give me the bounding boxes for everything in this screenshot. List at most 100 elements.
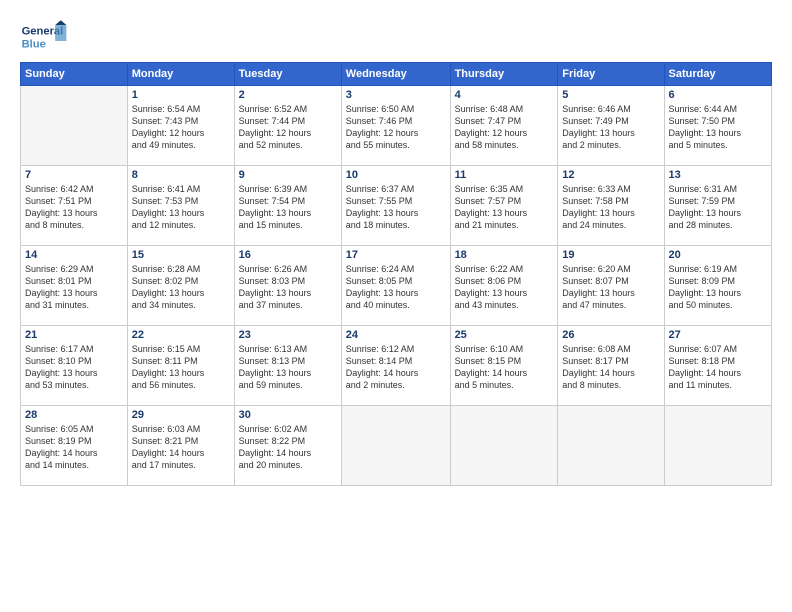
- calendar-week-1: 1Sunrise: 6:54 AMSunset: 7:43 PMDaylight…: [21, 86, 772, 166]
- day-info: Sunrise: 6:15 AMSunset: 8:11 PMDaylight:…: [132, 343, 230, 392]
- calendar-cell: 1Sunrise: 6:54 AMSunset: 7:43 PMDaylight…: [127, 86, 234, 166]
- calendar-cell: 15 Sunrise: 6:28 AMSunset: 8:02 PMDayligh…: [127, 246, 234, 326]
- day-info: Sunrise: 6:33 AMSunset: 7:58 PMDaylight:…: [562, 183, 659, 232]
- page: General Blue SundayMondayTuesdayWednesda…: [0, 0, 792, 612]
- day-info: Sunrise: 6:10 AMSunset: 8:15 PMDaylight:…: [455, 343, 554, 392]
- day-info: Sunrise: 6:19 AMSunset: 8:09 PMDaylight:…: [669, 263, 767, 312]
- day-number: 15: [132, 249, 230, 261]
- day-info: Sunrise: 6:54 AMSunset: 7:43 PMDaylight:…: [132, 103, 230, 152]
- day-number: 23: [239, 329, 337, 341]
- day-number: 25: [455, 329, 554, 341]
- calendar-cell: 23Sunrise: 6:13 AMSunset: 8:13 PMDayligh…: [234, 326, 341, 406]
- day-number: 2: [239, 89, 337, 101]
- day-info: Sunrise: 6:41 AMSunset: 7:53 PMDaylight:…: [132, 183, 230, 232]
- calendar-cell: [341, 406, 450, 486]
- logo: General Blue: [20, 18, 68, 56]
- day-info: Sunrise: 6:28 AMSunset: 8:02 PMDaylight:…: [132, 263, 230, 312]
- day-number: 12: [562, 169, 659, 181]
- day-number: 8: [132, 169, 230, 181]
- day-number: 4: [455, 89, 554, 101]
- day-info: Sunrise: 6:12 AMSunset: 8:14 PMDaylight:…: [346, 343, 446, 392]
- calendar-cell: 11 Sunrise: 6:35 AMSunset: 7:57 PMDayligh…: [450, 166, 558, 246]
- day-info: Sunrise: 6:02 AMSunset: 8:22 PMDaylight:…: [239, 423, 337, 472]
- day-number: 24: [346, 329, 446, 341]
- calendar-cell: 13Sunrise: 6:31 AMSunset: 7:59 PMDayligh…: [664, 166, 771, 246]
- day-info: Sunrise: 6:35 AMSunset: 7:57 PMDaylight:…: [455, 183, 554, 232]
- day-info: Sunrise: 6:44 AMSunset: 7:50 PMDaylight:…: [669, 103, 767, 152]
- day-number: 3: [346, 89, 446, 101]
- day-number: 5: [562, 89, 659, 101]
- calendar-cell: 3 Sunrise: 6:50 AMSunset: 7:46 PMDaylight…: [341, 86, 450, 166]
- day-number: 17: [346, 249, 446, 261]
- day-info: Sunrise: 6:22 AMSunset: 8:06 PMDaylight:…: [455, 263, 554, 312]
- day-number: 20: [669, 249, 767, 261]
- day-number: 26: [562, 329, 659, 341]
- day-info: Sunrise: 6:46 AMSunset: 7:49 PMDaylight:…: [562, 103, 659, 152]
- calendar-cell: 16 Sunrise: 6:26 AMSunset: 8:03 PMDayligh…: [234, 246, 341, 326]
- calendar-week-3: 14Sunrise: 6:29 AMSunset: 8:01 PMDayligh…: [21, 246, 772, 326]
- calendar-cell: 26 Sunrise: 6:08 AMSunset: 8:17 PMDayligh…: [558, 326, 664, 406]
- day-number: 21: [25, 329, 123, 341]
- day-info: Sunrise: 6:42 AMSunset: 7:51 PMDaylight:…: [25, 183, 123, 232]
- day-number: 7: [25, 169, 123, 181]
- calendar-cell: 10 Sunrise: 6:37 AMSunset: 7:55 PMDayligh…: [341, 166, 450, 246]
- calendar-cell: 21 Sunrise: 6:17 AMSunset: 8:10 PMDayligh…: [21, 326, 128, 406]
- day-info: Sunrise: 6:05 AMSunset: 8:19 PMDaylight:…: [25, 423, 123, 472]
- day-number: 18: [455, 249, 554, 261]
- day-number: 19: [562, 249, 659, 261]
- calendar-cell: 25 Sunrise: 6:10 AMSunset: 8:15 PMDayligh…: [450, 326, 558, 406]
- weekday-header-saturday: Saturday: [664, 63, 771, 86]
- calendar-cell: 17 Sunrise: 6:24 AMSunset: 8:05 PMDayligh…: [341, 246, 450, 326]
- calendar-cell: [558, 406, 664, 486]
- weekday-header-sunday: Sunday: [21, 63, 128, 86]
- calendar-week-4: 21 Sunrise: 6:17 AMSunset: 8:10 PMDayligh…: [21, 326, 772, 406]
- weekday-header-monday: Monday: [127, 63, 234, 86]
- day-info: Sunrise: 6:08 AMSunset: 8:17 PMDaylight:…: [562, 343, 659, 392]
- calendar-cell: 27Sunrise: 6:07 AMSunset: 8:18 PMDayligh…: [664, 326, 771, 406]
- calendar-cell: 5 Sunrise: 6:46 AMSunset: 7:49 PMDaylight…: [558, 86, 664, 166]
- day-info: Sunrise: 6:31 AMSunset: 7:59 PMDaylight:…: [669, 183, 767, 232]
- calendar-cell: 7 Sunrise: 6:42 AMSunset: 7:51 PMDaylight…: [21, 166, 128, 246]
- calendar-cell: 12 Sunrise: 6:33 AMSunset: 7:58 PMDayligh…: [558, 166, 664, 246]
- calendar-cell: 9Sunrise: 6:39 AMSunset: 7:54 PMDaylight…: [234, 166, 341, 246]
- day-info: Sunrise: 6:03 AMSunset: 8:21 PMDaylight:…: [132, 423, 230, 472]
- day-number: 6: [669, 89, 767, 101]
- day-number: 10: [346, 169, 446, 181]
- header: General Blue: [20, 18, 772, 56]
- day-number: 30: [239, 409, 337, 421]
- calendar-cell: 4 Sunrise: 6:48 AMSunset: 7:47 PMDaylight…: [450, 86, 558, 166]
- calendar-cell: 18 Sunrise: 6:22 AMSunset: 8:06 PMDayligh…: [450, 246, 558, 326]
- day-info: Sunrise: 6:50 AMSunset: 7:46 PMDaylight:…: [346, 103, 446, 152]
- calendar-cell: 22 Sunrise: 6:15 AMSunset: 8:11 PMDayligh…: [127, 326, 234, 406]
- calendar-cell: 2 Sunrise: 6:52 AMSunset: 7:44 PMDaylight…: [234, 86, 341, 166]
- calendar-cell: 30 Sunrise: 6:02 AMSunset: 8:22 PMDayligh…: [234, 406, 341, 486]
- day-info: Sunrise: 6:17 AMSunset: 8:10 PMDaylight:…: [25, 343, 123, 392]
- day-info: Sunrise: 6:52 AMSunset: 7:44 PMDaylight:…: [239, 103, 337, 152]
- logo-icon: General Blue: [20, 18, 68, 56]
- calendar-cell: 6 Sunrise: 6:44 AMSunset: 7:50 PMDaylight…: [664, 86, 771, 166]
- day-number: 9: [239, 169, 337, 181]
- calendar-week-5: 28 Sunrise: 6:05 AMSunset: 8:19 PMDayligh…: [21, 406, 772, 486]
- day-info: Sunrise: 6:37 AMSunset: 7:55 PMDaylight:…: [346, 183, 446, 232]
- calendar-cell: 19Sunrise: 6:20 AMSunset: 8:07 PMDayligh…: [558, 246, 664, 326]
- calendar-cell: 20 Sunrise: 6:19 AMSunset: 8:09 PMDayligh…: [664, 246, 771, 326]
- calendar-cell: 24 Sunrise: 6:12 AMSunset: 8:14 PMDayligh…: [341, 326, 450, 406]
- calendar-cell: 28 Sunrise: 6:05 AMSunset: 8:19 PMDayligh…: [21, 406, 128, 486]
- calendar-cell: [450, 406, 558, 486]
- day-number: 14: [25, 249, 123, 261]
- day-number: 11: [455, 169, 554, 181]
- weekday-header-tuesday: Tuesday: [234, 63, 341, 86]
- calendar-cell: 14Sunrise: 6:29 AMSunset: 8:01 PMDayligh…: [21, 246, 128, 326]
- weekday-header-thursday: Thursday: [450, 63, 558, 86]
- calendar-cell: [21, 86, 128, 166]
- weekday-header-wednesday: Wednesday: [341, 63, 450, 86]
- day-number: 16: [239, 249, 337, 261]
- day-number: 22: [132, 329, 230, 341]
- weekday-header-row: SundayMondayTuesdayWednesdayThursdayFrid…: [21, 63, 772, 86]
- day-number: 28: [25, 409, 123, 421]
- day-number: 27: [669, 329, 767, 341]
- day-info: Sunrise: 6:24 AMSunset: 8:05 PMDaylight:…: [346, 263, 446, 312]
- day-info: Sunrise: 6:48 AMSunset: 7:47 PMDaylight:…: [455, 103, 554, 152]
- calendar-cell: 8 Sunrise: 6:41 AMSunset: 7:53 PMDaylight…: [127, 166, 234, 246]
- day-info: Sunrise: 6:26 AMSunset: 8:03 PMDaylight:…: [239, 263, 337, 312]
